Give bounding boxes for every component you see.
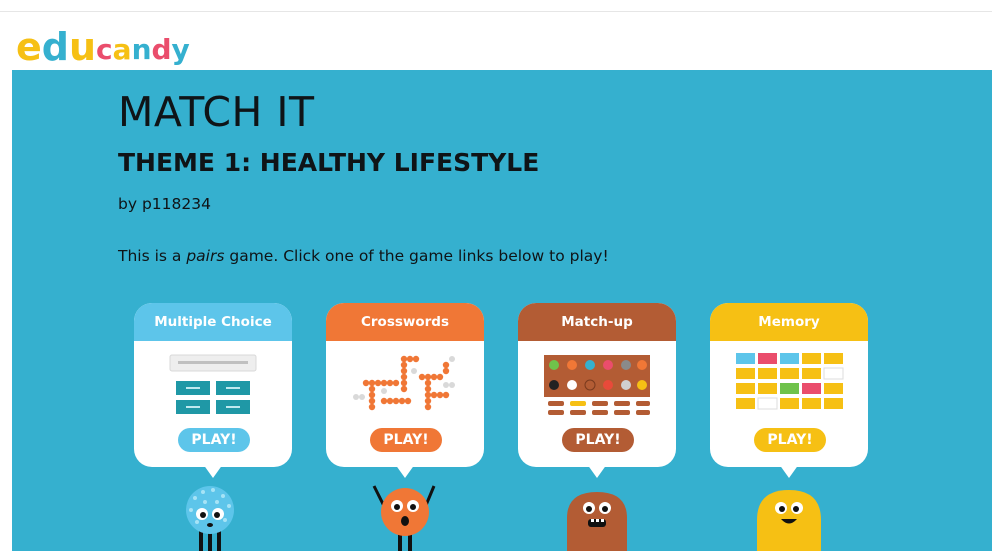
speech-tail <box>395 464 415 478</box>
logo-letter: n <box>131 33 152 66</box>
logo-letter: e <box>16 25 42 69</box>
orange-round-mascot-icon <box>372 485 436 551</box>
play-button[interactable]: PLAY! <box>178 428 250 452</box>
card-title: Match-up <box>518 303 676 341</box>
description-emphasis: pairs <box>186 247 225 265</box>
multiple-choice-preview-icon <box>169 354 257 414</box>
play-button[interactable]: PLAY! <box>562 428 634 452</box>
memory-preview <box>710 341 868 429</box>
description-text: This is a <box>118 247 187 265</box>
site-header: e d u c a n d y <box>0 12 992 70</box>
game-card-match-up[interactable]: Match-up PLAY! <box>518 303 676 478</box>
author-line: by p118234 <box>118 195 211 213</box>
yellow-blob-mascot-icon <box>757 490 821 551</box>
play-button[interactable]: PLAY! <box>754 428 826 452</box>
educandy-logo[interactable]: e d u c a n d y <box>16 20 190 66</box>
memory-preview-icon <box>736 353 844 410</box>
game-page: MATCH IT THEME 1: HEALTHY LIFESTYLE by p… <box>12 70 992 551</box>
matchup-preview-icon <box>544 355 650 415</box>
matchup-preview <box>518 341 676 429</box>
speech-tail <box>587 464 607 478</box>
logo-letter: d <box>41 25 69 69</box>
logo-letter: c <box>96 33 113 66</box>
game-card-crosswords[interactable]: Crosswords PLAY! <box>326 303 484 478</box>
play-button[interactable]: PLAY! <box>370 428 442 452</box>
card-title: Crosswords <box>326 303 484 341</box>
multiple-choice-preview <box>134 341 292 429</box>
logo-letter: y <box>171 33 190 66</box>
crossword-preview-icon <box>353 355 455 411</box>
page-subtitle: THEME 1: HEALTHY LIFESTYLE <box>118 148 540 177</box>
crossword-preview <box>326 341 484 429</box>
card-title: Memory <box>710 303 868 341</box>
description: This is a pairs game. Click one of the g… <box>118 247 609 265</box>
game-card-multiple-choice[interactable]: Multiple Choice PLAY! <box>134 303 292 478</box>
blue-fuzzy-mascot-icon <box>186 486 234 551</box>
card-title: Multiple Choice <box>134 303 292 341</box>
page-title: MATCH IT <box>118 88 315 136</box>
logo-letter: d <box>151 33 172 66</box>
description-text: game. Click one of the game links below … <box>224 247 609 265</box>
speech-tail <box>203 464 223 478</box>
top-strip <box>0 0 992 12</box>
logo-letter: u <box>68 25 97 69</box>
brown-blob-mascot-icon <box>567 492 627 551</box>
logo-letter: a <box>112 33 132 66</box>
game-card-memory[interactable]: Memory PLAY! <box>710 303 868 478</box>
speech-tail <box>779 464 799 478</box>
